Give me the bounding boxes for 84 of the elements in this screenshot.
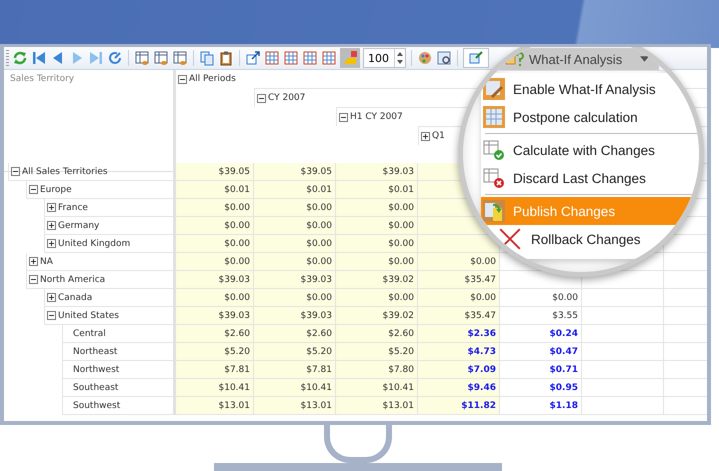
table-cell: $39.03 — [176, 271, 254, 289]
table-cell: $39.03 — [176, 307, 254, 325]
column-header: Q1 — [432, 131, 445, 141]
table-cell: $5.20 — [336, 343, 418, 361]
table-cell: $1.18 — [500, 397, 582, 415]
table-cell: $0.00 — [176, 289, 254, 307]
row-label: North America — [40, 274, 106, 284]
row-label: United States — [58, 310, 119, 320]
table-cell: $4.73 — [418, 343, 500, 361]
table-cell: $5.20 — [176, 343, 254, 361]
what-if-dropdown[interactable]: What-If Analysis — [497, 48, 660, 70]
table-cell: $11.82 — [418, 397, 500, 415]
menu-item[interactable]: Enable What-If Analysis — [481, 75, 699, 103]
row-label: Germany — [58, 220, 100, 230]
table-cell: $39.03 — [336, 163, 418, 181]
table-cell: $0.01 — [254, 181, 336, 199]
table-cell: $7.80 — [336, 361, 418, 379]
table-cell: $0.00 — [254, 253, 336, 271]
table-cell: $0.00 — [254, 199, 336, 217]
table-cell: $0.00 — [336, 235, 418, 253]
table-cell: $0.00 — [418, 289, 500, 307]
table-cell: $13.01 — [254, 397, 336, 415]
table-cell: $0.00 — [254, 235, 336, 253]
table-cell: $7.81 — [176, 361, 254, 379]
table-cell: $39.02 — [336, 307, 418, 325]
row-label: NA — [40, 256, 53, 266]
row-label: Northwest — [73, 364, 120, 374]
table-cell: $0.00 — [336, 217, 418, 235]
table-cell: $7.09 — [418, 361, 500, 379]
row-label: France — [58, 202, 88, 212]
table-cell: $0.00 — [336, 289, 418, 307]
table-cell: $2.60 — [176, 325, 254, 343]
row-label: Central — [73, 328, 106, 338]
row-label: Southeast — [73, 382, 118, 392]
row-header: Sales Territory — [10, 74, 74, 84]
table-cell: $0.71 — [500, 361, 582, 379]
table-cell: $0.00 — [500, 289, 582, 307]
row-label: Northeast — [73, 346, 118, 356]
table-cell: $0.47 — [500, 343, 582, 361]
table-cell: $10.41 — [176, 379, 254, 397]
row-label: Europe — [40, 184, 72, 194]
table-cell: $0.01 — [176, 181, 254, 199]
table-cell: $0.24 — [500, 325, 582, 343]
zoom-spinner[interactable]: 100 — [363, 48, 406, 68]
table-cell: $2.60 — [336, 325, 418, 343]
table-cell: $0.00 — [254, 289, 336, 307]
table-cell: $35.47 — [418, 271, 500, 289]
row-label: Canada — [58, 292, 92, 302]
table-cell: $10.41 — [254, 379, 336, 397]
table-cell: $0.00 — [336, 199, 418, 217]
row-label: Southwest — [73, 400, 120, 410]
table-cell: $5.20 — [254, 343, 336, 361]
row-label: United Kingdom — [58, 238, 130, 248]
table-cell: $0.00 — [336, 253, 418, 271]
table-cell: $9.46 — [418, 379, 500, 397]
table-cell: $0.00 — [176, 235, 254, 253]
menu-item[interactable]: Discard Last Changes — [481, 164, 699, 192]
table-cell: $10.41 — [336, 379, 418, 397]
table-cell: $13.01 — [176, 397, 254, 415]
table-cell: $0.95 — [500, 379, 582, 397]
table-cell: $3.55 — [500, 307, 582, 325]
table-cell: $2.36 — [418, 325, 500, 343]
table-cell: $2.60 — [254, 325, 336, 343]
row-label: All Sales Territories — [22, 166, 108, 176]
table-cell: $0.01 — [336, 181, 418, 199]
table-cell: $0.00 — [176, 199, 254, 217]
column-header: H1 CY 2007 — [350, 112, 403, 122]
menu-item[interactable]: Calculate with Changes — [481, 136, 699, 164]
table-cell: $35.47 — [418, 307, 500, 325]
table-cell: $39.05 — [176, 163, 254, 181]
table-cell: $7.81 — [254, 361, 336, 379]
table-cell: $0.00 — [418, 253, 500, 271]
table-cell: $39.05 — [254, 163, 336, 181]
column-header: All Periods — [189, 74, 236, 84]
table-cell: $0.00 — [176, 253, 254, 271]
column-header: CY 2007 — [268, 93, 306, 103]
menu-item[interactable]: Postpone calculation — [481, 103, 699, 131]
table-cell: $0.00 — [254, 217, 336, 235]
table-cell: $39.03 — [254, 307, 336, 325]
menu-item[interactable]: Rollback Changes — [481, 225, 699, 253]
table-cell: $13.01 — [336, 397, 418, 415]
table-cell: $39.03 — [254, 271, 336, 289]
table-cell: $39.02 — [336, 271, 418, 289]
table-cell: $0.00 — [176, 217, 254, 235]
